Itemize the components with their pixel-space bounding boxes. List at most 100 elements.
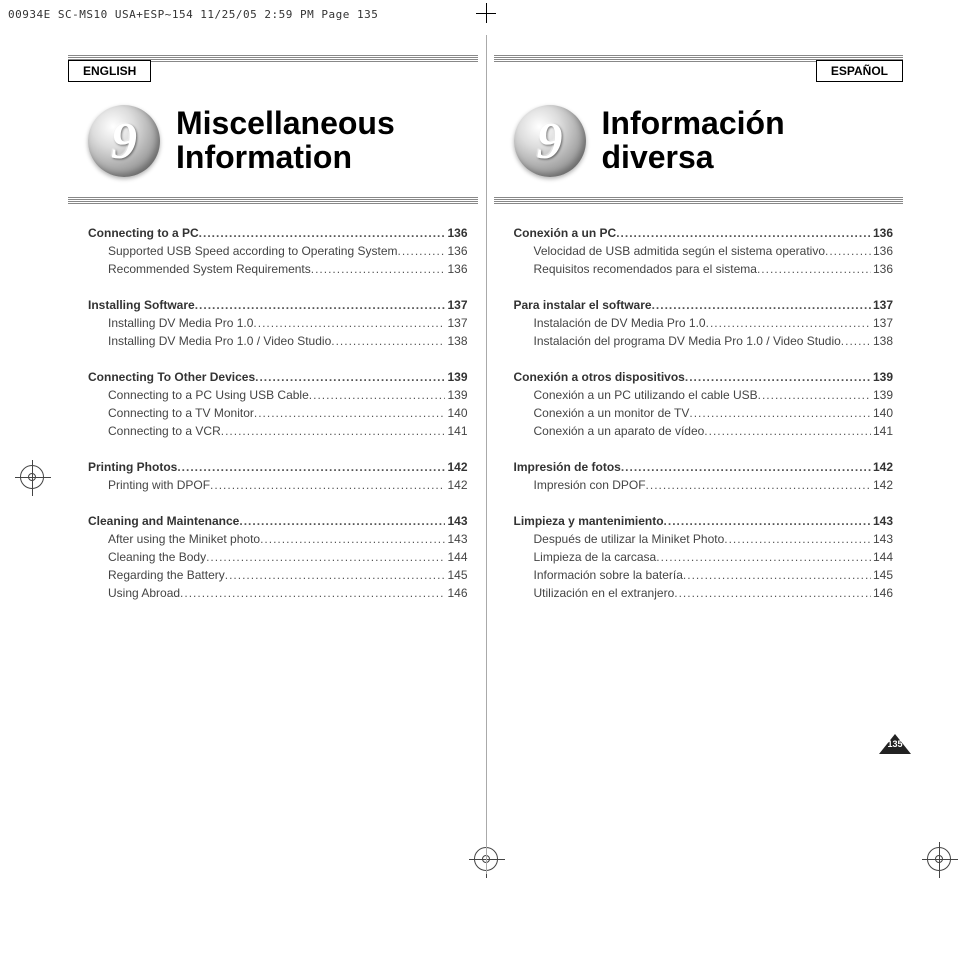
toc-page: 146 <box>871 584 893 602</box>
toc-label: Utilización en el extranjero <box>534 584 675 602</box>
toc-section: Connecting To Other Devices139Connecting… <box>88 368 468 440</box>
toc-page: 141 <box>871 422 893 440</box>
toc-page: 139 <box>871 368 893 386</box>
toc-entry-sub: Utilización en el extranjero 146 <box>514 584 894 602</box>
toc-label: Para instalar el software <box>514 296 652 314</box>
toc-leader-dots <box>664 512 871 530</box>
toc-label: Recommended System Requirements <box>108 260 311 278</box>
toc-label: Printing with DPOF <box>108 476 210 494</box>
toc-leader-dots <box>616 224 871 242</box>
toc-leader-dots <box>195 296 446 314</box>
toc-page: 142 <box>445 458 467 476</box>
chapter-number: 9 <box>111 112 137 171</box>
toc-label: Limpieza de la carcasa <box>534 548 657 566</box>
toc-entry-sub: Conexión a un PC utilizando el cable USB… <box>514 386 894 404</box>
toc-leader-dots <box>621 458 871 476</box>
toc-entry-sub: Connecting to a VCR141 <box>88 422 468 440</box>
toc-page: 138 <box>445 332 467 350</box>
toc-page: 136 <box>871 242 893 260</box>
toc-leader-dots <box>757 260 871 278</box>
left-column: ENGLISH 9 Miscellaneous Information Conn… <box>60 35 486 874</box>
toc-label: Conexión a un monitor de TV <box>534 404 690 422</box>
toc-page: 141 <box>445 422 467 440</box>
toc-entry-sub: Impresión con DPOF142 <box>514 476 894 494</box>
toc-leader-dots <box>311 260 446 278</box>
toc-leader-dots <box>398 242 446 260</box>
toc-label: Connecting to a PC Using USB Cable <box>108 386 309 404</box>
toc-page: 136 <box>445 260 467 278</box>
crop-mark-icon <box>478 5 494 21</box>
toc-leader-dots <box>177 458 445 476</box>
toc-entry-sub: Connecting to a TV Monitor 140 <box>88 404 468 422</box>
toc-leader-dots <box>254 404 446 422</box>
toc-label: Después de utilizar la Miniket Photo <box>534 530 725 548</box>
toc-page: 140 <box>445 404 467 422</box>
toc-leader-dots <box>704 422 871 440</box>
toc-leader-dots <box>239 512 445 530</box>
toc-label: Información sobre la batería <box>534 566 683 584</box>
toc-leader-dots <box>656 548 871 566</box>
chapter-title-line1: Información <box>602 107 785 141</box>
toc-left: Connecting to a PC136Supported USB Speed… <box>68 224 478 602</box>
toc-page: 142 <box>871 458 893 476</box>
toc-entry-main: Conexión a otros dispositivos 139 <box>514 368 894 386</box>
toc-label: Requisitos recomendados para el sistema <box>534 260 757 278</box>
language-label-espanol: ESPAÑOL <box>816 60 903 82</box>
toc-label: Installing Software <box>88 296 195 314</box>
toc-leader-dots <box>825 242 871 260</box>
toc-label: Cleaning the Body <box>108 548 206 566</box>
chapter-title-line2: diversa <box>602 141 785 175</box>
toc-entry-main: Printing Photos142 <box>88 458 468 476</box>
toc-entry-sub: Conexión a un aparato de vídeo 141 <box>514 422 894 440</box>
toc-entry-sub: Limpieza de la carcasa 144 <box>514 548 894 566</box>
toc-entry-sub: Installing DV Media Pro 1.0 / Video Stud… <box>88 332 468 350</box>
toc-entry-sub: Regarding the Battery145 <box>88 566 468 584</box>
toc-page: 143 <box>445 530 467 548</box>
toc-label: Conexión a un PC utilizando el cable USB <box>534 386 758 404</box>
toc-section: Limpieza y mantenimiento 143 Después de ut… <box>514 512 894 602</box>
toc-label: Conexión a otros dispositivos <box>514 368 685 386</box>
toc-right: Conexión a un PC136Velocidad de USB admi… <box>494 224 904 602</box>
language-label-english: ENGLISH <box>68 60 151 82</box>
toc-leader-dots <box>683 566 871 584</box>
toc-label: Regarding the Battery <box>108 566 225 584</box>
toc-label: Cleaning and Maintenance <box>88 512 239 530</box>
toc-page: 146 <box>445 584 467 602</box>
toc-label: After using the Miniket photo <box>108 530 260 548</box>
chapter-title: Información diversa <box>602 107 785 174</box>
toc-page: 137 <box>445 314 467 332</box>
toc-label: Instalación de DV Media Pro 1.0 <box>534 314 706 332</box>
toc-label: Impresión con DPOF <box>534 476 646 494</box>
toc-label: Installing DV Media Pro 1.0 <box>108 314 253 332</box>
toc-section: Conexión a un PC136Velocidad de USB admi… <box>514 224 894 278</box>
toc-page: 136 <box>445 224 467 242</box>
toc-page: 143 <box>871 530 893 548</box>
toc-entry-sub: Supported USB Speed according to Operati… <box>88 242 468 260</box>
toc-leader-dots <box>689 404 871 422</box>
toc-section: Impresión de fotos142Impresión con DPOF1… <box>514 458 894 494</box>
toc-page: 142 <box>445 476 467 494</box>
toc-leader-dots <box>309 386 446 404</box>
chapter-number-badge: 9 <box>88 105 160 177</box>
toc-entry-sub: Using Abroad146 <box>88 584 468 602</box>
toc-label: Connecting to a TV Monitor <box>108 404 254 422</box>
toc-entry-main: Para instalar el software 137 <box>514 296 894 314</box>
toc-section: Cleaning and Maintenance143After using t… <box>88 512 468 602</box>
chapter-number-badge: 9 <box>514 105 586 177</box>
toc-entry-main: Cleaning and Maintenance143 <box>88 512 468 530</box>
toc-page: 137 <box>445 296 467 314</box>
toc-leader-dots <box>841 332 871 350</box>
page-number-marker: 135 <box>879 734 911 754</box>
toc-page: 144 <box>871 548 893 566</box>
toc-entry-sub: Instalación del programa DV Media Pro 1.… <box>514 332 894 350</box>
toc-section: Conexión a otros dispositivos139Conexión… <box>514 368 894 440</box>
toc-leader-dots <box>253 314 445 332</box>
toc-label: Conexión a un aparato de vídeo <box>534 422 705 440</box>
chapter-number: 9 <box>537 112 563 171</box>
registration-mark-right <box>927 847 951 871</box>
toc-page: 138 <box>871 332 893 350</box>
toc-label: Limpieza y mantenimiento <box>514 512 664 530</box>
toc-page: 137 <box>871 296 893 314</box>
toc-page: 139 <box>445 368 467 386</box>
toc-label: Velocidad de USB admitida según el siste… <box>534 242 826 260</box>
